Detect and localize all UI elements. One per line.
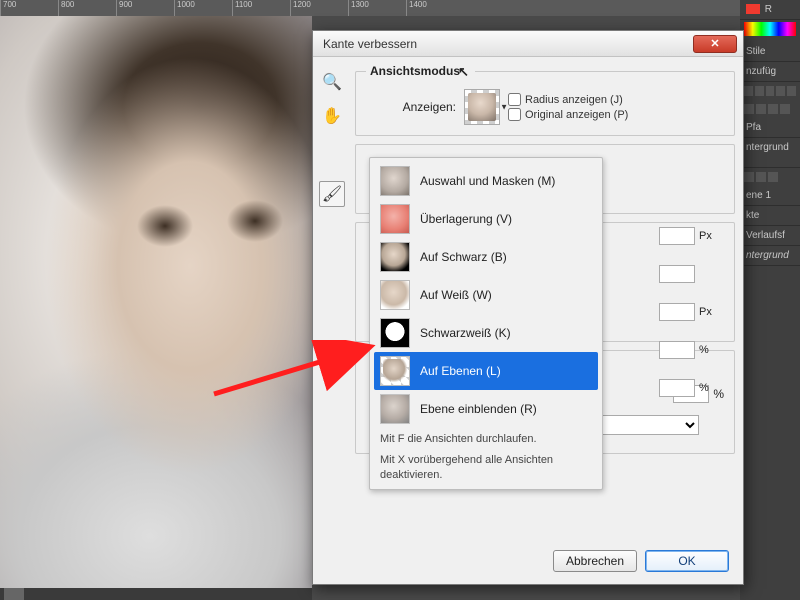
layer-row[interactable]: kte <box>740 206 800 226</box>
view-mode-option[interactable]: Schwarzweiß (K) <box>374 314 598 352</box>
view-mode-menu: Auswahl und Masken (M) Überlagerung (V) … <box>369 157 603 490</box>
anzeigen-label: Anzeigen: <box>366 100 456 114</box>
portrait-photo <box>0 16 312 600</box>
canvas-scrollbar[interactable] <box>0 588 312 600</box>
panel-icons-row <box>740 168 800 186</box>
layer-row[interactable]: ntergrund <box>740 246 800 266</box>
view-mode-option[interactable]: Auf Schwarz (B) <box>374 238 598 276</box>
show-radius-checkbox[interactable]: Radius anzeigen (J) <box>508 93 628 106</box>
layer-row[interactable]: ntergrund <box>740 138 800 168</box>
photoshop-workspace: 70080090010001100120013001400 R Stile nz… <box>0 0 800 600</box>
layer-row[interactable]: ene 1 <box>740 186 800 206</box>
refine-edge-dialog: Kante verbessern ✕ 🔍 ✋ 🖌 Ansichtsmodus↖ … <box>312 30 744 585</box>
view-mode-option[interactable]: Auswahl und Masken (M) <box>374 162 598 200</box>
color-spectrum[interactable] <box>744 22 796 36</box>
dialog-title: Kante verbessern <box>323 37 417 51</box>
panels-dock: R Stile nzufüg Pfa ntergrund ene 1 kte V… <box>740 0 800 600</box>
view-mode-option[interactable]: Auf Weiß (W) <box>374 276 598 314</box>
panel-icons-row <box>740 100 800 118</box>
view-mode-option-selected[interactable]: Auf Ebenen (L) <box>374 352 598 390</box>
zoom-tool-icon[interactable]: 🔍 <box>319 69 345 95</box>
panel-paths-tab[interactable]: Pfa <box>740 118 800 138</box>
dialog-titlebar[interactable]: Kante verbessern ✕ <box>313 31 743 57</box>
hand-tool-icon[interactable]: ✋ <box>319 103 345 129</box>
unit-label: Px <box>699 230 712 242</box>
show-original-checkbox[interactable]: Original anzeigen (P) <box>508 108 628 121</box>
document-canvas[interactable] <box>0 16 312 600</box>
chevron-down-icon: ▼ <box>500 103 508 112</box>
swatch-fg[interactable] <box>746 4 760 14</box>
view-mode-legend: Ansichtsmodus <box>370 64 460 78</box>
ok-button[interactable]: OK <box>645 550 729 572</box>
contrast-input[interactable] <box>659 341 695 359</box>
view-mode-option[interactable]: Überlagerung (V) <box>374 200 598 238</box>
cursor-icon: ↖ <box>458 64 469 79</box>
unit-label: % <box>699 382 709 394</box>
unit-label: % <box>699 344 709 356</box>
refine-brush-tool-icon[interactable]: 🖌 <box>319 181 345 207</box>
view-mode-hint: Mit X vorübergehend alle Ansichten deakt… <box>374 449 598 485</box>
ruler-horizontal: 70080090010001100120013001400 <box>0 0 800 16</box>
close-button[interactable]: ✕ <box>693 35 737 53</box>
close-icon: ✕ <box>710 37 719 50</box>
scrollbar-thumb[interactable] <box>4 588 24 600</box>
layer-row[interactable]: Verlaufsf <box>740 226 800 246</box>
feather-input[interactable] <box>659 303 695 321</box>
panel-color[interactable]: R <box>740 0 800 20</box>
panel-addlayer[interactable]: nzufüg <box>740 62 800 82</box>
view-mode-group: Ansichtsmodus↖ Anzeigen: ▼ Radius anzeig… <box>355 63 735 136</box>
panel-icons-row <box>740 82 800 100</box>
shift-edge-input[interactable] <box>659 379 695 397</box>
unit-label: Px <box>699 306 712 318</box>
view-mode-hint: Mit F die Ansichten durchlaufen. <box>374 428 598 449</box>
view-mode-option[interactable]: Ebene einblenden (R) <box>374 390 598 428</box>
dialog-tool-column: 🔍 ✋ 🖌 <box>319 69 349 207</box>
radius-input[interactable] <box>659 227 695 245</box>
smooth-input[interactable] <box>659 265 695 283</box>
panel-styles[interactable]: Stile <box>740 42 800 62</box>
cancel-button[interactable]: Abbrechen <box>553 550 637 572</box>
view-mode-dropdown[interactable]: ▼ <box>464 89 500 125</box>
